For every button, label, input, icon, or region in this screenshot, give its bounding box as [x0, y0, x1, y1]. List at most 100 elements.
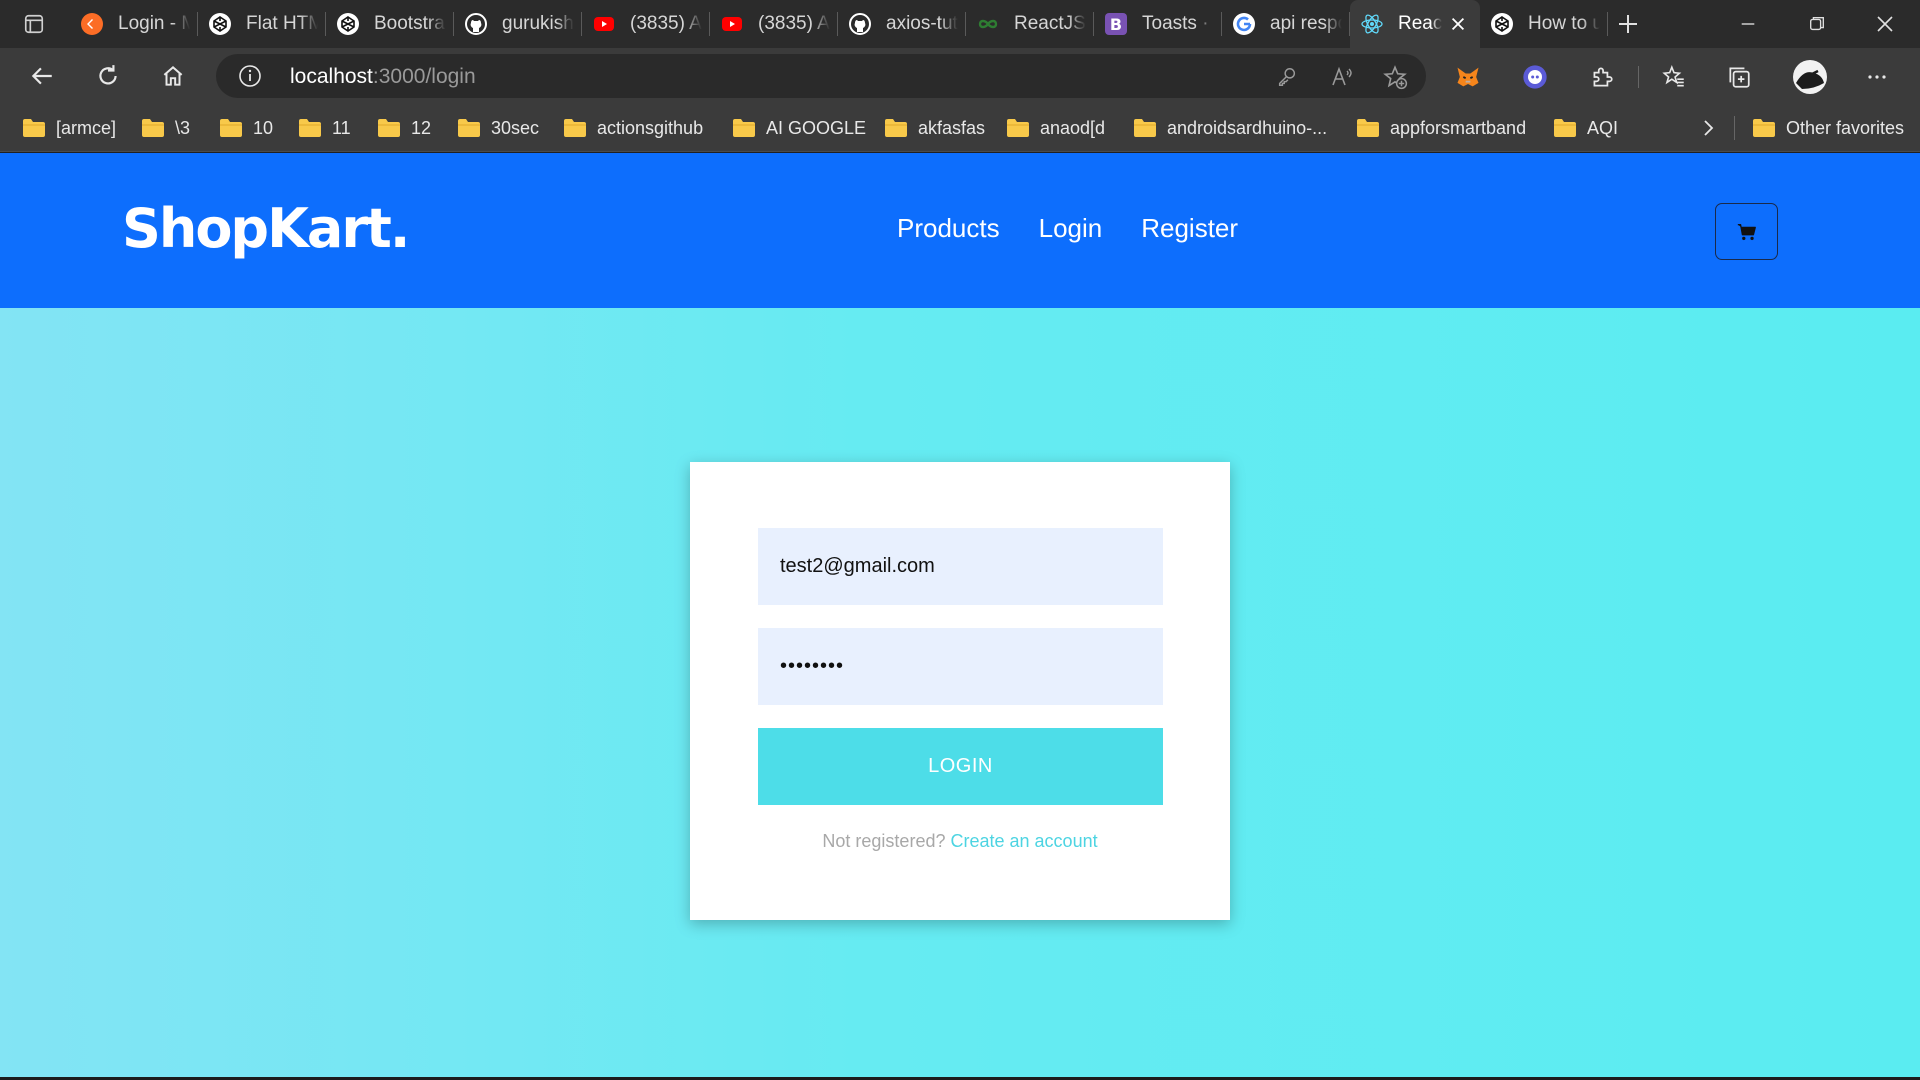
bookmark-label: \3 [175, 117, 191, 138]
metamask-icon[interactable] [1453, 62, 1483, 92]
github-icon [464, 12, 488, 36]
nav-links: Products Login Register [897, 213, 1238, 244]
bookmark-folder[interactable]: akfasfas [884, 115, 985, 141]
browser-tab[interactable]: How to u [1480, 0, 1608, 48]
folder-icon [1007, 119, 1029, 137]
minimize-icon[interactable] [1713, 0, 1783, 48]
url-host: localhost [290, 65, 373, 88]
gitlab-icon [80, 12, 104, 36]
address-bar[interactable]: localhost:3000/login [216, 54, 1426, 98]
bookmark-label: anaod[d [1040, 117, 1106, 138]
codepen-icon [208, 12, 232, 36]
browser-tab[interactable]: Flat HTM [198, 0, 326, 48]
email-field[interactable] [758, 528, 1163, 605]
new-tab-icon[interactable] [1612, 10, 1644, 38]
more-menu-icon[interactable] [1862, 62, 1892, 92]
password-field[interactable] [758, 628, 1163, 705]
read-aloud-icon[interactable] [1329, 64, 1355, 90]
tab-title: Login - M [118, 13, 190, 34]
browser-tab[interactable]: Login - M [70, 0, 198, 48]
other-favorites[interactable]: Other favorites [1752, 115, 1904, 141]
chevron-right-icon[interactable] [1696, 116, 1720, 140]
extensions-puzzle-icon[interactable] [1587, 62, 1617, 92]
profile-avatar[interactable] [1792, 59, 1828, 95]
favorites-icon[interactable] [1659, 62, 1689, 92]
nav-login-link[interactable]: Login [1039, 213, 1103, 244]
app-navbar: ShopKart. Products Login Register [0, 153, 1920, 308]
brand-logo[interactable]: ShopKart. [122, 197, 410, 260]
folder-icon [299, 119, 321, 137]
browser-tab[interactable]: api respo [1222, 0, 1350, 48]
bookmark-label: 11 [332, 117, 351, 138]
extension-bubble-icon[interactable] [1520, 62, 1550, 92]
bookmark-folder[interactable]: AI GOOGLE [732, 115, 866, 141]
cart-button[interactable] [1715, 203, 1778, 260]
url-text[interactable]: localhost:3000/login [290, 65, 476, 89]
youtube-icon [592, 12, 616, 36]
browser-tab-strip: Login - M Flat HTM Bootstrap gurukish (3… [0, 0, 1920, 48]
browser-tab[interactable]: (3835) A [710, 0, 838, 48]
login-button[interactable]: LOGIN [758, 728, 1163, 805]
folder-icon [733, 119, 755, 137]
cart-icon [1737, 223, 1756, 240]
react-icon [1360, 12, 1384, 36]
url-path: :3000/login [372, 65, 476, 88]
nav-products-link[interactable]: Products [897, 213, 1000, 244]
bookmark-label: 12 [411, 117, 432, 138]
add-favorite-icon[interactable] [1382, 64, 1408, 90]
bookmark-label: Other favorites [1786, 117, 1905, 138]
create-account-link[interactable]: Create an account [951, 831, 1098, 851]
bookmarks-bar: [armce] \3 10 11 12 30sec actionsgithub … [0, 104, 1920, 152]
close-window-icon[interactable] [1850, 0, 1920, 48]
bookmark-label: actionsgithub [597, 117, 704, 138]
register-prompt: Not registered? [822, 831, 946, 851]
tab-title: ReactJS T [1014, 13, 1086, 34]
browser-tab[interactable]: ReactJS T [966, 0, 1094, 48]
tab-actions-icon[interactable] [16, 10, 52, 38]
restore-icon[interactable] [1782, 0, 1852, 48]
browser-tab-active[interactable]: React [1350, 0, 1480, 48]
bookmark-folder[interactable]: \3 [141, 115, 190, 141]
bookmark-folder[interactable]: androidsardhuino-... [1133, 115, 1327, 141]
home-icon[interactable] [153, 58, 193, 94]
tab-title: gurukish [502, 13, 574, 34]
browser-toolbar: localhost:3000/login [0, 48, 1920, 104]
bookmark-folder[interactable]: 10 [219, 115, 273, 141]
bookmark-label: [armce] [56, 117, 117, 138]
bookmark-folder[interactable]: appforsmartband [1356, 115, 1526, 141]
page-viewport: ShopKart. Products Login Register LOGIN … [0, 153, 1920, 1077]
browser-tab[interactable]: (3835) A [582, 0, 710, 48]
browser-tab[interactable]: gurukish [454, 0, 582, 48]
nav-register-link[interactable]: Register [1141, 213, 1238, 244]
key-icon[interactable] [1274, 64, 1300, 90]
folder-icon [142, 119, 164, 137]
bootstrap-icon: B [1104, 12, 1128, 36]
tab-title: Flat HTM [246, 13, 318, 34]
infinity-icon [976, 12, 1000, 36]
bookmark-folder[interactable]: AQI [1553, 115, 1618, 141]
tab-list: Login - M Flat HTM Bootstrap gurukish (3… [70, 0, 1608, 48]
browser-tab[interactable]: axios-tut [838, 0, 966, 48]
bookmark-folder[interactable]: 30sec [457, 115, 539, 141]
tab-title: api respo [1270, 13, 1342, 34]
bookmark-folder[interactable]: actionsgithub [563, 115, 703, 141]
codepen-icon [1490, 12, 1514, 36]
folder-icon [220, 119, 242, 137]
folder-icon [564, 119, 586, 137]
bookmark-folder[interactable]: 11 [298, 115, 351, 141]
codepen-icon [336, 12, 360, 36]
collections-icon[interactable] [1724, 62, 1754, 92]
info-icon[interactable] [238, 64, 262, 88]
bookmark-folder[interactable]: anaod[d [1006, 115, 1105, 141]
bookmark-label: androidsardhuino-... [1167, 117, 1328, 138]
bookmark-folder[interactable]: 12 [377, 115, 431, 141]
bookmark-folder[interactable]: [armce] [22, 115, 116, 141]
browser-tab[interactable]: B Toasts · B [1094, 0, 1222, 48]
close-tab-icon[interactable] [1448, 14, 1468, 34]
folder-icon [1753, 119, 1775, 137]
back-arrow-icon[interactable] [22, 58, 62, 94]
bookmark-label: AI GOOGLE [766, 117, 867, 138]
folder-icon [885, 119, 907, 137]
browser-tab[interactable]: Bootstrap [326, 0, 454, 48]
refresh-icon[interactable] [88, 58, 128, 94]
